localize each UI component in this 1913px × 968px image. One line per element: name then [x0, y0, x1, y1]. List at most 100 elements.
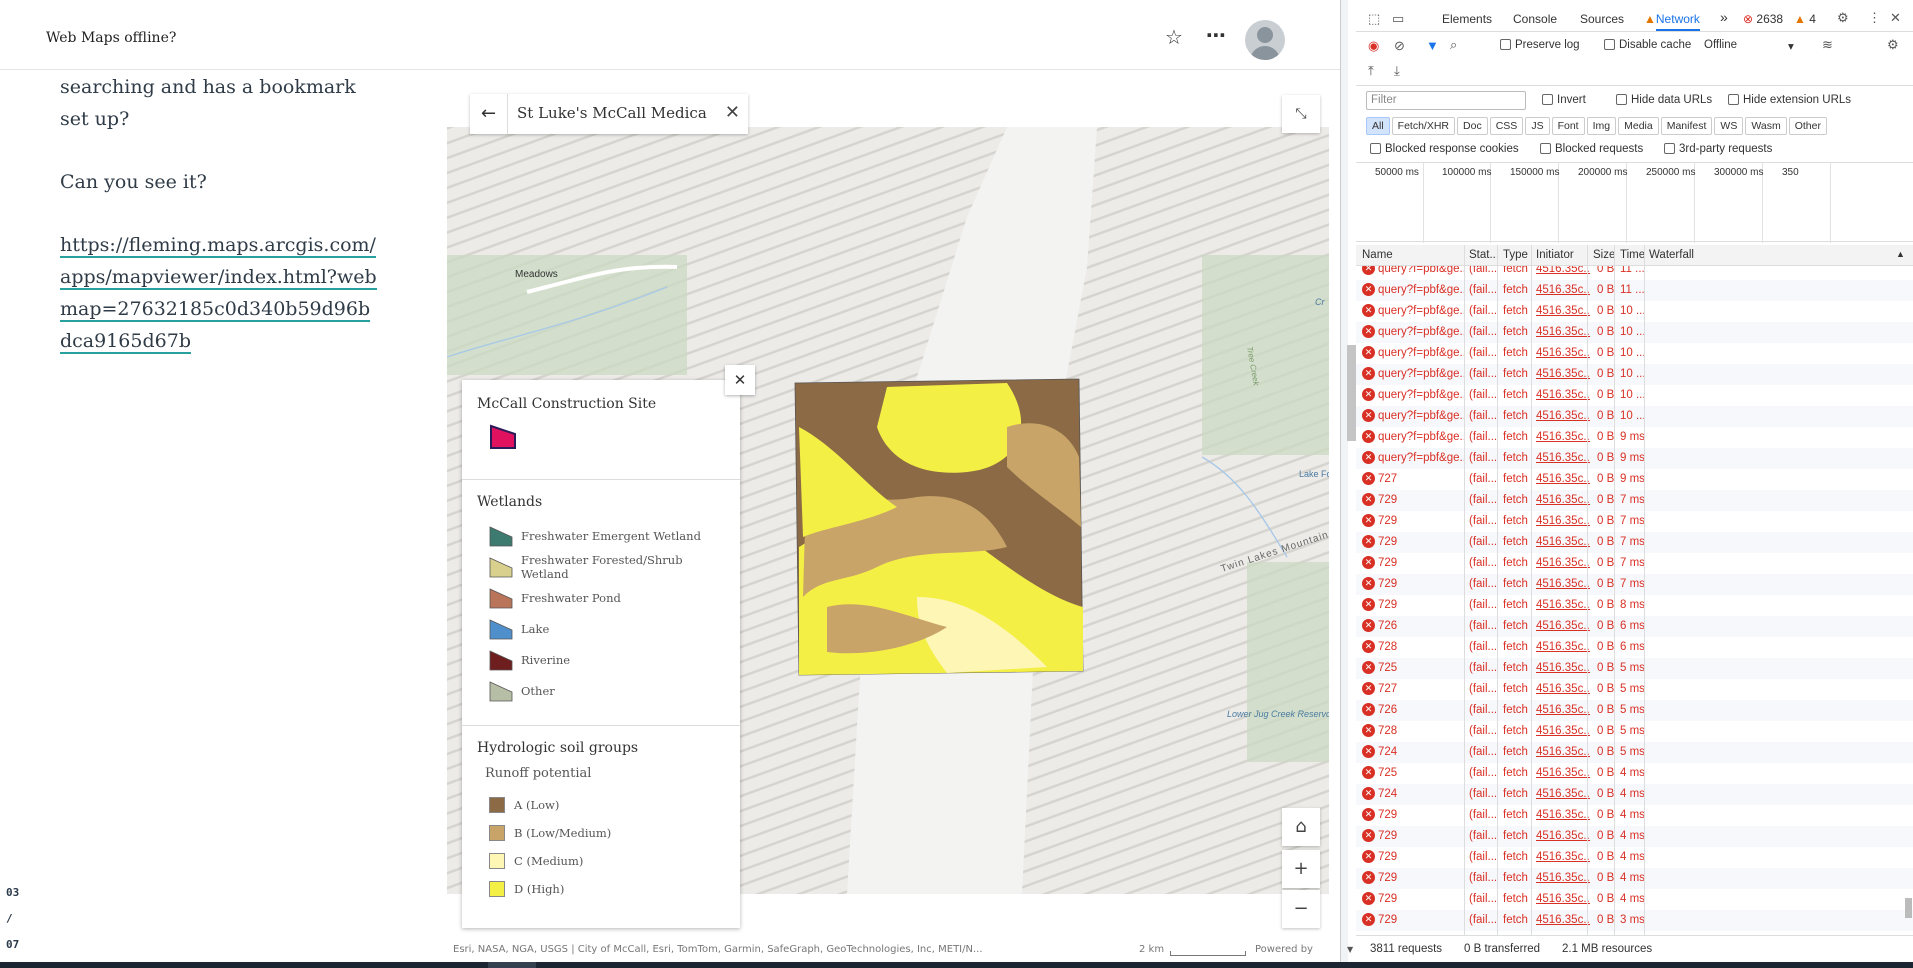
more-tabs-icon[interactable]: » [1720, 9, 1728, 25]
back-arrow-icon[interactable]: ← [470, 94, 508, 134]
search-input[interactable]: St Luke's McCall Medical [517, 104, 707, 122]
more-options-icon[interactable]: ⋯ [1206, 23, 1226, 47]
type-filter-js[interactable]: JS [1525, 117, 1550, 135]
request-initiator[interactable]: 4516.35c... [1536, 368, 1590, 380]
table-row[interactable]: ✕ 729 (fail... fetch 4516.35c... 0 B7 ms [1356, 490, 1913, 511]
request-initiator[interactable]: 4516.35c... [1536, 599, 1590, 611]
request-initiator[interactable]: 4516.35c... [1536, 704, 1590, 716]
table-row[interactable]: ✕ query?f=pbf&ge... (fail... fetch 4516.35c.… [1356, 266, 1913, 280]
request-initiator[interactable]: 4516.35c... [1536, 851, 1590, 863]
invert-checkbox[interactable]: Invert [1542, 94, 1586, 106]
request-initiator[interactable]: 4516.35c... [1536, 536, 1590, 548]
table-row[interactable]: ✕ query?f=pbf&ge... (fail... fetch 4516.35c.… [1356, 343, 1913, 364]
request-initiator[interactable]: 4516.35c... [1536, 641, 1590, 653]
request-initiator[interactable]: 4516.35c... [1536, 893, 1590, 905]
sort-ascending-icon[interactable]: ▲ [1896, 249, 1905, 259]
request-initiator[interactable]: 4516.35c... [1536, 410, 1590, 422]
table-row[interactable]: ✕ 728 (fail... fetch 4516.35c... 0 B5 ms [1356, 721, 1913, 742]
type-filter-media[interactable]: Media [1618, 117, 1659, 135]
column-header-3[interactable]: Initiator [1536, 249, 1574, 261]
column-header-0[interactable]: Name [1362, 249, 1393, 261]
webmap-link[interactable]: https://fleming.maps.arcgis.com/apps/map… [60, 234, 377, 354]
table-row[interactable]: ✕ 729 (fail... fetch 4516.35c... 0 B4 ms [1356, 805, 1913, 826]
pane-scrollbar[interactable] [1340, 0, 1348, 962]
favorite-star-icon[interactable]: ☆ [1165, 25, 1183, 49]
table-row[interactable]: ✕ 724 (fail... fetch 4516.35c... 0 B4 ms [1356, 784, 1913, 805]
blocked-requests-checkbox[interactable]: Blocked requests [1540, 143, 1643, 155]
table-row[interactable]: ✕ 729 (fail... fetch 4516.35c... 0 B4 ms [1356, 847, 1913, 868]
kebab-menu-icon[interactable]: ⋮ [1868, 10, 1881, 26]
column-header-2[interactable]: Type [1503, 249, 1528, 261]
zoom-out-icon[interactable]: − [1282, 890, 1320, 928]
table-row[interactable]: ✕ query?f=pbf&ge... (fail... fetch 4516.35c.… [1356, 301, 1913, 322]
table-row[interactable]: ✕ query?f=pbf&ge... (fail... fetch 4516.35c.… [1356, 322, 1913, 343]
type-filter-fetchxhr[interactable]: Fetch/XHR [1391, 117, 1456, 135]
table-row[interactable]: ✕ query?f=pbf&ge... (fail... fetch 4516.35c.… [1356, 385, 1913, 406]
home-icon[interactable]: ⌂ [1282, 808, 1320, 846]
inspect-element-icon[interactable]: ⬚ [1368, 11, 1380, 27]
request-initiator[interactable]: 4516.35c... [1536, 683, 1590, 695]
request-initiator[interactable]: 4516.35c... [1536, 494, 1590, 506]
taskbar-active-item[interactable] [488, 962, 536, 968]
zoom-in-icon[interactable]: + [1282, 850, 1320, 888]
tab-elements[interactable]: Elements [1442, 12, 1492, 26]
table-row[interactable]: ✕ 725 (fail... fetch 4516.35c... 0 B5 ms [1356, 658, 1913, 679]
tab-console[interactable]: Console [1513, 12, 1557, 26]
search-icon[interactable]: ⌕ [1450, 37, 1457, 53]
throttle-select[interactable]: Offline ▾ [1704, 39, 1794, 53]
tab-network[interactable]: ▲Network [1644, 12, 1700, 31]
table-row[interactable]: ✕ query?f=pbf&ge... (fail... fetch 4516.35c.… [1356, 448, 1913, 469]
close-devtools-icon[interactable]: ✕ [1890, 10, 1901, 26]
request-initiator[interactable]: 4516.35c... [1536, 872, 1590, 884]
import-har-icon[interactable]: ⤒ [1368, 63, 1374, 79]
warning-counter[interactable]: ▲ 4 [1794, 12, 1816, 26]
request-initiator[interactable]: 4516.35c... [1536, 305, 1590, 317]
table-row[interactable]: ✕ 728 (fail... fetch 4516.35c... 0 B6 ms [1356, 637, 1913, 658]
request-initiator[interactable]: 4516.35c... [1536, 578, 1590, 590]
request-initiator[interactable]: 4516.35c... [1536, 515, 1590, 527]
table-row[interactable]: ✕ 727 (fail... fetch 4516.35c... 0 B5 ms [1356, 679, 1913, 700]
request-initiator[interactable]: 4516.35c... [1536, 830, 1590, 842]
hide-extension-urls-checkbox[interactable]: Hide extension URLs [1728, 94, 1851, 106]
request-initiator[interactable]: 4516.35c... [1536, 746, 1590, 758]
column-header-4[interactable]: Size [1593, 249, 1615, 261]
request-initiator[interactable]: 4516.35c... [1536, 431, 1590, 443]
table-row[interactable]: ✕ 727 (fail... fetch 4516.35c... 0 B9 ms [1356, 469, 1913, 490]
map-search[interactable]: ← St Luke's McCall Medical ✕ [470, 94, 748, 134]
table-scrollbar-thumb[interactable] [1905, 898, 1912, 918]
table-row[interactable]: ✕ 725 (fail... fetch 4516.35c... 0 B4 ms [1356, 763, 1913, 784]
type-filter-other[interactable]: Other [1788, 117, 1827, 135]
blocked-cookies-checkbox[interactable]: Blocked response cookies [1370, 143, 1519, 155]
settings-icon[interactable]: ⚙ [1837, 10, 1849, 26]
preserve-log-checkbox[interactable]: Preserve log [1500, 39, 1580, 51]
request-initiator[interactable]: 4516.35c... [1536, 284, 1590, 296]
filter-input[interactable]: Filter [1366, 91, 1526, 110]
tab-sources[interactable]: Sources [1580, 12, 1624, 26]
column-header-6[interactable]: Waterfall [1649, 249, 1694, 261]
type-filter-font[interactable]: Font [1551, 117, 1585, 135]
error-counter[interactable]: ⊗ 2638 [1743, 12, 1783, 26]
table-row[interactable]: ✕ query?f=pbf&ge... (fail... fetch 4516.35c.… [1356, 280, 1913, 301]
request-initiator[interactable]: 4516.35c... [1536, 725, 1590, 737]
type-filter-all[interactable]: All [1366, 117, 1390, 135]
network-settings-icon[interactable]: ⚙ [1887, 37, 1899, 53]
scroll-down-icon[interactable]: ▼ [1347, 945, 1353, 954]
table-row[interactable]: ✕ 729 (fail... fetch 4516.35c... 0 B7 ms [1356, 574, 1913, 595]
request-initiator[interactable]: 4516.35c... [1536, 266, 1590, 275]
table-row[interactable]: ✕ 729 (fail... fetch 4516.35c... 0 B4 ms [1356, 826, 1913, 847]
disable-cache-checkbox[interactable]: Disable cache [1604, 39, 1691, 51]
export-har-icon[interactable]: ⤓ [1394, 63, 1400, 79]
powered-by[interactable]: Powered by Esri [1255, 940, 1329, 962]
request-initiator[interactable]: 4516.35c... [1536, 557, 1590, 569]
legend-close-icon[interactable]: ✕ [725, 365, 755, 395]
filter-icon[interactable]: ▼ [1426, 38, 1439, 53]
avatar[interactable] [1245, 20, 1285, 60]
table-row[interactable]: ✕ 729 (fail... fetch 4516.35c... 0 B4 ms [1356, 889, 1913, 910]
request-initiator[interactable]: 4516.35c... [1536, 389, 1590, 401]
request-initiator[interactable]: 4516.35c... [1536, 347, 1590, 359]
type-filter-manifest[interactable]: Manifest [1660, 117, 1713, 135]
clear-search-icon[interactable]: ✕ [725, 102, 740, 123]
request-initiator[interactable]: 4516.35c... [1536, 473, 1590, 485]
request-initiator[interactable]: 4516.35c... [1536, 620, 1590, 632]
table-row[interactable]: ✕ 729 (fail... fetch 4516.35c... 0 B7 ms [1356, 553, 1913, 574]
